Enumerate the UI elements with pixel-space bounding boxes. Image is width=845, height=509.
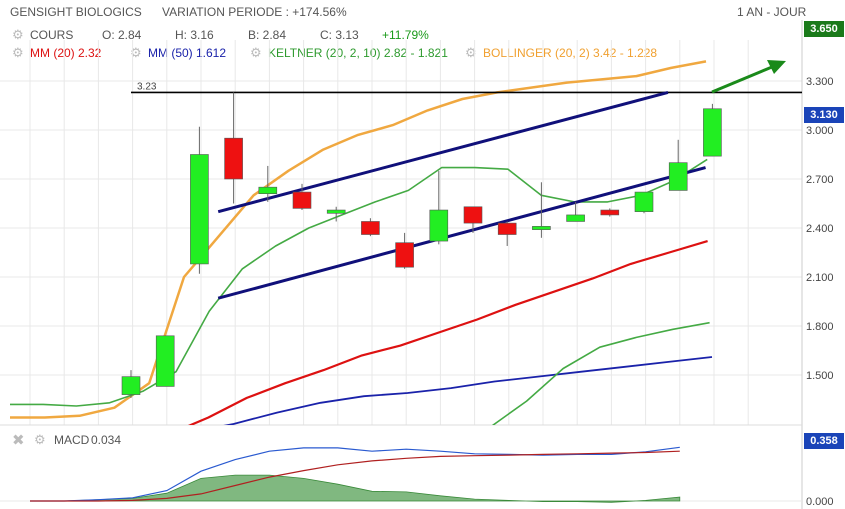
close-icon[interactable]: ✖	[12, 431, 25, 449]
top-price-tag: 3.650	[804, 21, 844, 37]
candle	[224, 92, 243, 204]
macd-y-tick: 0.000	[806, 496, 834, 508]
y-tick-label: 2.700	[806, 174, 834, 186]
mm50-line	[223, 356, 713, 425]
mm20-line	[187, 240, 708, 425]
candle	[361, 218, 380, 237]
candle-body	[121, 376, 141, 395]
candle-body	[429, 209, 449, 242]
candle	[600, 208, 620, 217]
candle-body	[668, 162, 688, 191]
candle-body	[258, 186, 278, 195]
bollinger-upper-line	[10, 60, 707, 419]
candle-body	[463, 206, 483, 224]
y-tick-label: 1.500	[806, 370, 834, 382]
price-chart[interactable]: 3.300 3.000 2.700 2.400 2.100 1.800 1.500 3.23 0…	[0, 0, 845, 509]
y-tick-label: 3.300	[806, 76, 834, 88]
candle-body	[190, 154, 209, 265]
candle-body	[497, 222, 517, 235]
candle-body	[703, 108, 722, 157]
candle	[703, 103, 722, 157]
trend-channel-line	[217, 166, 706, 300]
macd-value-tag: 0.358	[804, 433, 844, 449]
candle-body	[292, 191, 312, 209]
y-tick-label: 1.800	[806, 321, 834, 333]
candle-body	[634, 191, 654, 212]
candle	[155, 335, 175, 387]
candle	[190, 126, 209, 274]
candle-body	[361, 221, 380, 235]
candle-body	[532, 226, 551, 230]
candle	[121, 370, 141, 398]
y-tick-label: 2.400	[806, 223, 834, 235]
candle	[429, 170, 449, 245]
last-price-tag: 3.130	[804, 107, 844, 123]
candle-body	[566, 214, 585, 222]
resistance-label: 3.23	[137, 81, 157, 92]
candle-body	[326, 209, 346, 214]
trend-arrow-shaft	[711, 65, 773, 94]
trend-channel-line	[217, 90, 669, 214]
candle-body	[155, 335, 175, 387]
candle-body	[224, 137, 243, 180]
gear-icon[interactable]: ⚙	[34, 432, 46, 448]
candle-body	[395, 242, 414, 268]
macd-label: MACD	[54, 433, 90, 447]
macd-value: 0.034	[91, 433, 122, 447]
candle	[668, 139, 688, 191]
candle	[497, 221, 517, 246]
candle	[634, 191, 654, 214]
y-tick-label: 2.100	[806, 272, 834, 284]
candle	[395, 232, 414, 269]
candle-body	[600, 209, 620, 216]
y-tick-label: 3.000	[806, 125, 834, 137]
